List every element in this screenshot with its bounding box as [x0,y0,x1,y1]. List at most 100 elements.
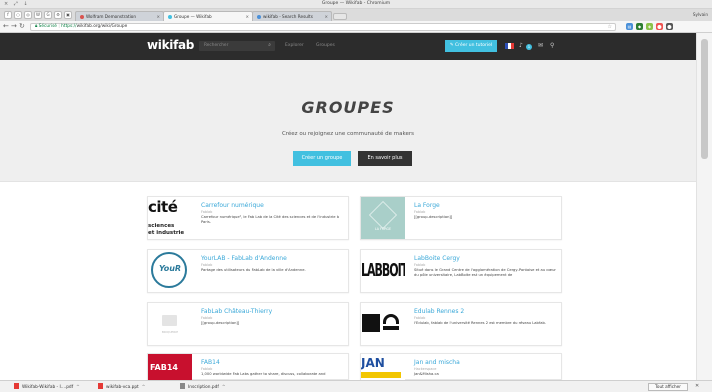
pinned-tab-g-icon[interactable]: G [44,11,52,19]
page-title: GROUPES [301,98,395,117]
group-card-edulab[interactable]: Edulab Rennes 2 Fablab l'Edulab, fablab … [360,302,562,346]
chevron-up-icon[interactable]: ^ [142,385,146,390]
edulab-logo-arch [383,314,399,324]
group-type: Fablab [414,263,426,267]
nav-link-explorer[interactable]: Explorer [285,43,304,48]
reload-icon[interactable]: ↻ [19,22,25,30]
group-type: Fablab [414,210,426,214]
labboite-logo-text: LABBOITE [361,260,405,281]
group-card-la-forge[interactable]: LA FORGE La Forge Fablab [[group-descrip… [360,196,562,240]
create-tutorial-button[interactable]: ✎ Créer un tutoriel [445,40,497,52]
show-all-downloads-button[interactable]: Tout afficher [648,383,688,391]
group-name[interactable]: YourLAB - FabLab d'Andenne [201,255,287,262]
close-icon[interactable]: × [324,12,328,21]
group-name[interactable]: FAB14 [201,359,220,366]
profile-label[interactable]: Sylvain [693,12,708,17]
scrollbar-thumb[interactable] [701,39,708,159]
new-tab-button[interactable] [333,13,347,20]
group-name[interactable]: Jan and mischa [414,359,460,366]
notifications-bell-icon[interactable]: ♪ [519,42,523,49]
forge-logo-text: LA FORGE [374,227,392,231]
pinned-tab-facebook-icon[interactable]: f [4,11,12,19]
group-type: Fablab [201,263,213,267]
window-titlebar: × ⤢ ↓ Groupe — Wikifab - Chromium [0,0,712,9]
tab-favicon-icon [80,14,84,19]
notifications-count-badge: 1 [526,44,532,50]
site-logo[interactable]: wikifab [147,38,194,52]
download-item[interactable]: Inscription.pdf ^ [180,383,225,391]
group-card-fab14[interactable]: FAB14 FAB14 Fablab 1,000 worldwide Fab L… [147,353,349,381]
group-thumbnail: FAB14 [148,354,192,381]
close-icon[interactable]: × [156,12,160,21]
image-placeholder-icon [162,315,177,326]
pinned-tab-target-icon[interactable]: ◎ [24,11,32,19]
group-name[interactable]: La Forge [414,202,440,209]
group-description: 1,000 worldwide Fab Labs gather to share… [201,372,326,376]
close-icon[interactable]: ✕ [695,383,699,389]
group-card-carrefour[interactable]: cité sciences et industrie Carrefour num… [147,196,349,240]
group-name[interactable]: LabBoite Cergy [414,255,460,262]
search-placeholder: Rechercher [204,43,229,48]
group-card-chateau-thierry[interactable]: BRIQUERIE FabLab Château-Thierry Fablab … [147,302,349,346]
tab-wolfram[interactable]: Wolfram Demonstration × [75,11,164,21]
group-name[interactable]: FabLab Château-Thierry [201,308,272,315]
group-thumbnail: YouR [148,250,192,292]
group-name[interactable]: Edulab Rennes 2 [414,308,464,315]
group-thumbnail: cité sciences et industrie [148,197,192,239]
group-thumbnail: LABBOITE [361,250,405,292]
group-thumbnail: JAN [361,354,405,381]
site-search-input[interactable]: Rechercher ⌕ [199,41,275,51]
edulab-logo-bar [383,326,399,330]
pinned-tab-gear-icon[interactable]: ⚙ [54,11,62,19]
pdf-file-icon [14,383,19,389]
group-name[interactable]: Carrefour numérique [201,202,264,209]
extension-icon[interactable]: ◈ [646,23,653,30]
download-bar: Wikifab-Wikifab - I....pdf ^ wikifab-vca.… [0,380,712,392]
language-flag-icon[interactable] [505,43,514,49]
chevron-up-icon[interactable]: ^ [222,385,226,390]
pinned-tab-circle-icon[interactable]: ○ [14,11,22,19]
nav-link-groupes[interactable]: Groupes [316,43,335,48]
user-icon[interactable]: ⚲ [550,42,554,49]
forward-icon[interactable]: → [11,22,17,30]
pinned-tab-square-icon[interactable]: ▣ [64,11,72,19]
page-scrollbar[interactable] [696,33,712,380]
menu-icon[interactable]: ⬤ [666,23,673,30]
extension-icon[interactable]: ⬤ [656,23,663,30]
create-group-button[interactable]: Créer un groupe [293,151,351,166]
back-icon[interactable]: ← [3,22,9,30]
extension-icon[interactable]: ◆ [636,23,643,30]
group-card-jan-mischa[interactable]: JAN Jan and mischa Hackerspace Jan&Misha… [360,353,562,381]
tab-favicon-icon [168,14,172,19]
group-card-labboite[interactable]: LABBOITE LabBoite Cergy Fablab Situé dan… [360,249,562,293]
group-thumbnail: BRIQUERIE [148,303,192,345]
group-card-yourlab[interactable]: YouR YourLAB - FabLab d'Andenne Fablab P… [147,249,349,293]
tab-strip: f ○ ◎ W G ⚙ ▣ Wolfram Demonstration × Gr… [0,9,712,21]
download-item[interactable]: wikifab-vca.ppt ^ [98,383,145,391]
group-description: [[group-description]] [201,321,240,325]
group-type: Fablab [201,367,213,371]
group-description: [[group-description]] [414,215,453,219]
url-protocol: https:// [61,24,77,29]
extension-toolbar: ▤ ◆ ◈ ⬤ ⬤ [626,23,676,30]
download-item[interactable]: Wikifab-Wikifab - I....pdf ^ [14,383,80,391]
bookmark-star-icon[interactable]: ☆ [608,24,612,30]
tab-groupe-wikifab[interactable]: Groupe — Wikifab × [163,11,253,21]
chevron-up-icon[interactable]: ^ [76,385,80,390]
pdf-file-icon [98,383,103,389]
group-description: Carrefour numérique², le Fab Lab de la C… [201,215,340,224]
search-icon[interactable]: ⌕ [268,42,271,48]
tab-label: wikifab - Search Results [263,14,313,19]
fab14-logo-text: FAB14 [150,363,178,372]
close-icon[interactable]: × [245,12,249,21]
tab-favicon-icon [257,14,261,19]
tab-wikifab-search[interactable]: wikifab - Search Results × [252,11,332,21]
learn-more-button[interactable]: En savoir plus [358,151,412,166]
messages-icon[interactable]: ✉ [538,42,543,49]
group-description: Jan&Misha.ca [414,372,439,376]
address-bar[interactable]: 🔒︎ Sécurisé | https://wikifab.org/wiki/G… [30,23,616,31]
pinned-tab-w-icon[interactable]: W [34,11,42,19]
browser-toolbar: ← → ↻ 🔒︎ Sécurisé | https://wikifab.org/… [0,21,712,33]
extension-icon[interactable]: ▤ [626,23,633,30]
group-type: Fablab [414,316,426,320]
